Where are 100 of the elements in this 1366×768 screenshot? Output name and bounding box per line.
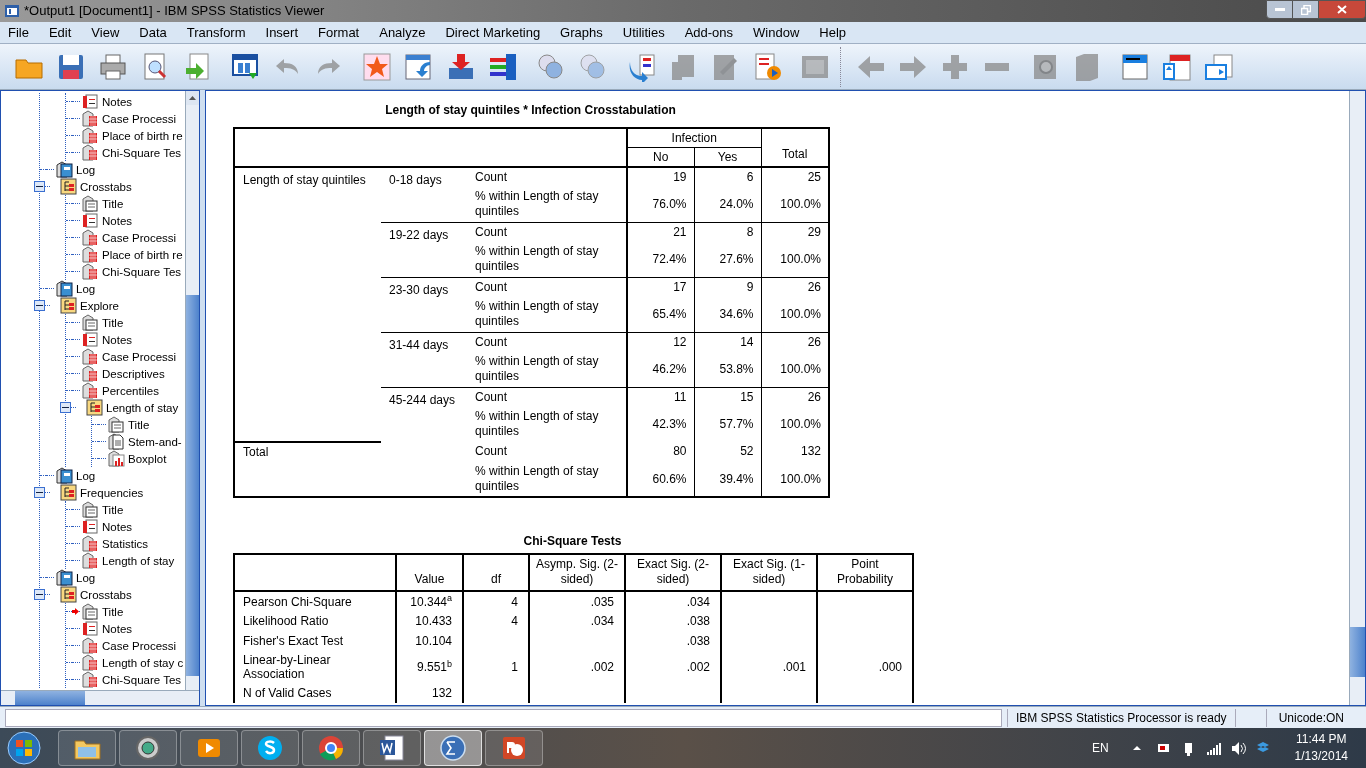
book-list-icon [60,178,77,195]
column-header: Exact Sig. (2-sided) [637,557,709,586]
menu-item[interactable]: Data [131,22,175,43]
tree-item[interactable]: Notes [72,331,133,348]
taskbar-button[interactable] [485,730,543,766]
tree-item[interactable]: Statistics [72,535,148,552]
tree-item[interactable]: Chi-Square Tes [72,671,182,688]
tree-item[interactable]: Title [72,603,124,620]
menu-item[interactable]: Window [745,22,808,43]
scroll-thumb[interactable] [15,691,85,705]
language-indicator[interactable]: EN [1091,739,1109,757]
menu-item[interactable]: Help [811,22,855,43]
collapse-toggle[interactable] [34,487,45,498]
scroll-thumb[interactable] [1350,627,1365,677]
collapse-toggle[interactable] [34,300,45,311]
scroll-up-button[interactable] [186,91,199,105]
table-cell: 4 [511,614,518,628]
tree-item[interactable]: Stem-and- [98,433,182,450]
menu-item[interactable]: Graphs [552,22,611,43]
clock-time[interactable]: 11:44 PM [1296,731,1347,748]
tree-item[interactable]: Length of stay [72,552,175,569]
tree-item[interactable]: Log [46,467,96,484]
tree-item[interactable]: Notes [72,620,133,637]
taskbar-button[interactable] [302,730,360,766]
tree-item[interactable]: Log [46,161,96,178]
minus-icon [36,489,43,496]
tree-item[interactable]: Title [72,195,124,212]
tree-item[interactable]: Case Processi [72,110,177,127]
menu-item[interactable]: Analyze [371,22,434,43]
clock-date[interactable]: 1/13/2014 [1294,748,1348,765]
tree-item[interactable]: Notes [72,93,133,110]
speaker-icon[interactable] [1230,740,1246,756]
menu-item[interactable]: Format [310,22,368,43]
tree-item[interactable]: Notes [72,212,133,229]
taskbar-button[interactable] [180,730,238,766]
menu-item[interactable]: File [0,22,37,43]
tree-item[interactable]: Case Processi [72,637,177,654]
table-cell: 10.433 [415,614,452,628]
tree-item[interactable]: Log [46,280,96,297]
tree-item[interactable]: Title [72,314,124,331]
table-cell: 26 [807,334,822,349]
vertical-scrollbar[interactable] [185,91,199,690]
tree-item[interactable]: Boxplot [98,450,167,467]
minimize-button[interactable] [1266,0,1293,19]
tree-item[interactable]: Case Processi [72,348,177,365]
signal-bars-icon[interactable] [1205,740,1221,756]
collapse-toggle[interactable] [60,402,71,413]
taskbar-button[interactable] [241,730,299,766]
tree-item[interactable]: Title [98,416,150,433]
vertical-scrollbar[interactable] [1349,91,1365,705]
start-button[interactable] [4,729,44,767]
tree-item[interactable]: Length of stay [76,399,179,416]
scroll-thumb[interactable] [186,295,199,676]
collapse-toggle[interactable] [34,181,45,192]
tree-item[interactable]: Case Processi [72,229,177,246]
menu-item[interactable]: Direct Marketing [437,22,549,43]
column-header: Value [414,572,445,586]
heading-icon [1120,51,1150,82]
restore-button[interactable] [1293,0,1319,19]
menu-item[interactable]: Edit [40,22,80,43]
taskbar-button[interactable] [119,730,177,766]
column-header: Yes [717,150,738,164]
taskbar-button[interactable] [424,730,482,766]
row-header: 23-30 days [389,282,449,297]
tree-item[interactable]: Title [72,501,124,518]
tree-item[interactable]: Frequencies [50,484,144,501]
close-button[interactable] [1319,0,1366,19]
tree-item[interactable]: Crosstabs [50,178,132,195]
tree-item[interactable]: Explore [50,297,119,314]
minimize-icon [1274,7,1285,12]
menu-item[interactable]: Add-ons [676,22,742,43]
taskbar-button[interactable] [363,730,421,766]
tree-item[interactable]: Notes [72,518,133,535]
menu-item[interactable]: Insert [257,22,307,43]
column-header: Asymp. Sig. (2-sided) [536,557,618,586]
tree-item[interactable]: Log [46,569,96,586]
tree-item[interactable]: Chi-Square Tes [72,263,182,280]
horizontal-scrollbar[interactable] [1,690,199,705]
tree-item[interactable]: Place of birth re [72,127,183,144]
tree-item[interactable]: Place of birth re [72,246,183,263]
tree-item[interactable]: Chi-Square Tes [72,144,182,161]
table-cell: 10.344$^{a}$ [410,594,452,609]
collapse-toggle[interactable] [34,589,45,600]
tree-item[interactable]: Percentiles [72,382,159,399]
tree-item[interactable]: Length of stay c [72,654,184,671]
menu-item[interactable]: View [83,22,128,43]
column-header: Point Probability [837,557,893,586]
row-header: Count [475,389,508,404]
tree-item[interactable]: Crosstabs [50,586,132,603]
column-header: Total [782,147,808,161]
table-cell: .034 [590,614,614,628]
row-header: Count [475,444,508,458]
taskbar-button[interactable] [58,730,116,766]
menu-item[interactable]: Utilities [614,22,673,43]
column-header: df [491,572,501,586]
table-cell: 80 [673,444,687,458]
tree-item[interactable]: Descriptives [72,365,165,382]
table-book-icon [82,382,99,399]
title-book-icon [82,603,99,620]
menu-item[interactable]: Transform [178,22,254,43]
